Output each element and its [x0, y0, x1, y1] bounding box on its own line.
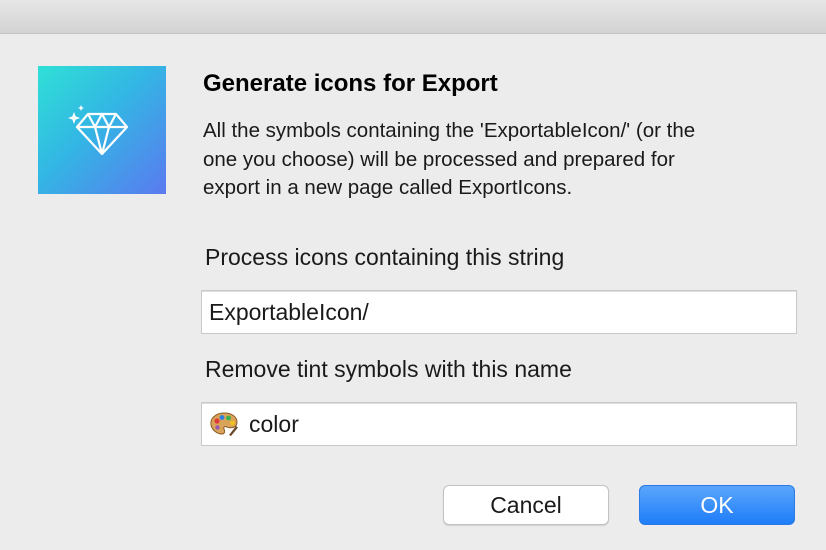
app-icon — [38, 66, 166, 194]
palette-emoji-icon — [210, 412, 238, 436]
cancel-button[interactable]: Cancel — [443, 485, 609, 525]
tint-name-input[interactable]: color — [201, 402, 797, 446]
process-string-value[interactable]: ExportableIcon/ — [209, 299, 369, 326]
dialog-message: All the symbols containing the 'Exportab… — [203, 117, 803, 203]
dialog-title: Generate icons for Export — [203, 70, 498, 97]
process-string-input[interactable]: ExportableIcon/ — [201, 290, 797, 334]
message-line: All the symbols containing the 'Exportab… — [203, 119, 696, 142]
sketch-diamond-icon — [68, 105, 129, 156]
tint-name-label: Remove tint symbols with this name — [205, 356, 572, 382]
message-line: export in a new page called ExportIcons. — [203, 176, 573, 199]
dialog-window: Generate icons for Export All the symbol… — [0, 0, 826, 550]
message-line: one you choose) will be processed and pr… — [203, 147, 675, 171]
title-bar[interactable] — [0, 0, 826, 34]
ok-button[interactable]: OK — [639, 485, 795, 525]
tint-name-value[interactable]: color — [249, 411, 299, 438]
process-string-label: Process icons containing this string — [205, 244, 565, 270]
